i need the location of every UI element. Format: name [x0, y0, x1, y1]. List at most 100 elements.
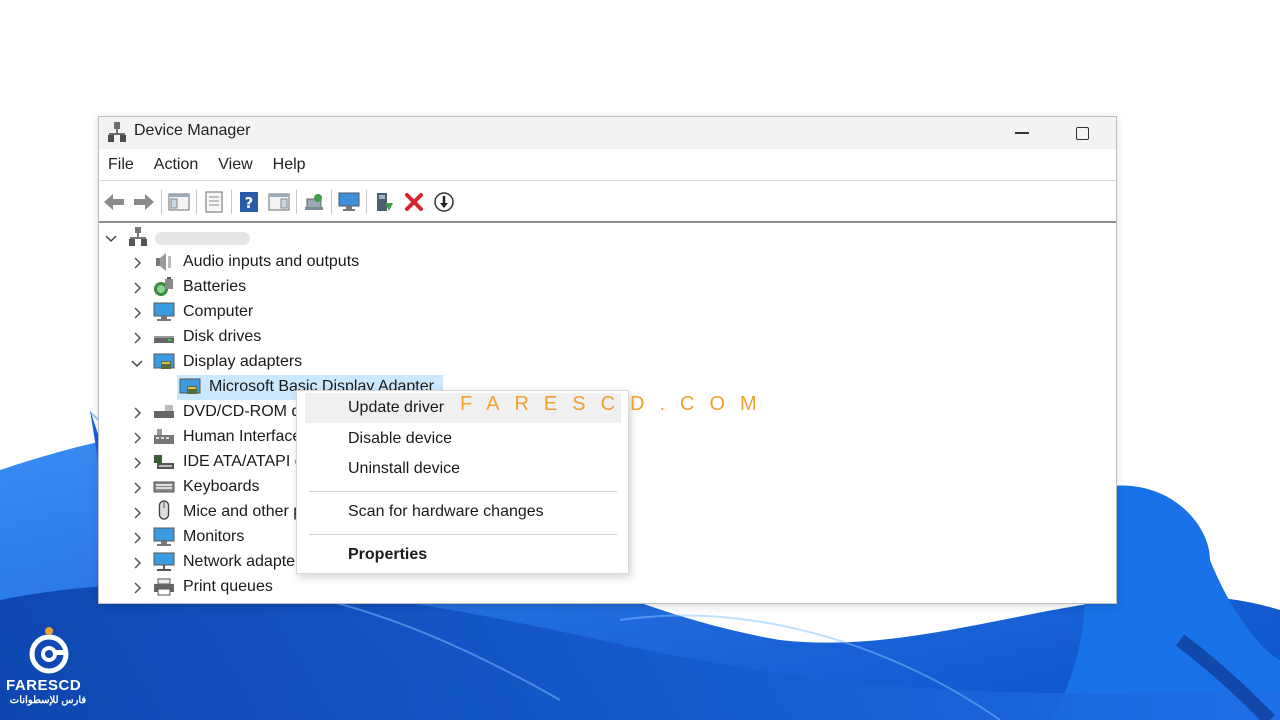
menu-separator	[309, 534, 617, 535]
monitor-icon	[153, 527, 175, 546]
back-button[interactable]	[101, 189, 127, 215]
properties-icon	[205, 191, 223, 212]
menu-bar: File Action View Help	[99, 150, 1116, 181]
toolbar-separator	[196, 189, 197, 214]
action-pane-icon	[268, 193, 290, 210]
chevron-right-icon	[134, 282, 142, 294]
tree-node-label: Computer	[183, 303, 254, 320]
maximize-button[interactable]	[1059, 117, 1105, 149]
chevron-right-icon	[134, 432, 142, 444]
tree-node-label: Disk drives	[183, 328, 262, 345]
display-adapter-icon	[179, 378, 201, 394]
computer-icon	[153, 302, 175, 321]
tree-root[interactable]	[99, 225, 1116, 250]
chevron-right-icon	[134, 307, 142, 319]
svg-text:?: ?	[245, 194, 254, 212]
disable-button[interactable]	[431, 189, 457, 215]
show-hide-console-tree-button[interactable]	[166, 189, 192, 215]
menu-scan-hardware[interactable]: Scan for hardware changes	[305, 497, 621, 527]
toolbar: ?	[99, 182, 1116, 223]
disable-icon	[434, 191, 454, 212]
tree-node-label: Monitors	[183, 528, 245, 545]
computer-tree-icon	[129, 227, 147, 246]
chevron-right-icon	[134, 332, 142, 344]
device-manager-icon	[108, 122, 126, 142]
tree-node-audio[interactable]: Audio inputs and outputs	[99, 250, 1116, 275]
farescd-logo: FARESCD فارس للإسطوانات	[0, 622, 100, 720]
chevron-right-icon	[134, 532, 142, 544]
chevron-right-icon	[134, 507, 142, 519]
network-adapter-icon	[153, 552, 175, 571]
monitor-icon	[338, 192, 360, 211]
window-title: Device Manager	[134, 122, 251, 139]
logo-subtitle: فارس للإسطوانات	[9, 695, 87, 706]
minimize-button[interactable]	[999, 117, 1045, 149]
tree-node-display-adapters[interactable]: Display adapters	[99, 350, 1116, 375]
tree-node-batteries[interactable]: Batteries	[99, 275, 1116, 300]
action-pane-button[interactable]	[266, 189, 292, 215]
toolbar-separator	[231, 189, 232, 214]
chevron-right-icon	[134, 557, 142, 569]
scan-hardware-icon	[305, 193, 323, 210]
minimize-icon	[1015, 132, 1029, 134]
menu-action[interactable]: Action	[153, 154, 199, 176]
tree-node-label: Network adapters	[183, 553, 309, 570]
properties-button[interactable]	[201, 189, 227, 215]
chevron-right-icon	[134, 407, 142, 419]
menu-view[interactable]: View	[217, 154, 253, 176]
toolbar-separator	[331, 189, 332, 214]
watermark: FARESCD.COM	[460, 393, 772, 415]
redacted-computer-name	[155, 232, 250, 245]
show-hide-console-tree-icon	[168, 193, 190, 210]
tree-node-label: Keyboards	[183, 478, 260, 495]
uninstall-icon	[405, 192, 423, 211]
monitor-button[interactable]	[336, 189, 362, 215]
dvd-drive-icon	[154, 405, 174, 418]
update-driver-icon	[377, 192, 393, 211]
display-adapter-icon	[153, 353, 175, 369]
back-icon	[104, 193, 124, 210]
tree-node-disk-drives[interactable]: Disk drives	[99, 325, 1116, 350]
keyboard-icon	[153, 481, 175, 493]
speaker-icon	[156, 253, 171, 271]
tree-node-print-queues[interactable]: Print queues	[99, 575, 1116, 600]
update-driver-button[interactable]	[371, 189, 397, 215]
menu-separator	[309, 491, 617, 492]
toolbar-separator	[296, 189, 297, 214]
help-icon: ?	[240, 191, 258, 212]
help-button[interactable]: ?	[236, 189, 262, 215]
printer-icon	[154, 578, 174, 596]
battery-icon	[154, 277, 173, 296]
menu-uninstall-device[interactable]: Uninstall device	[305, 454, 621, 484]
hid-icon	[154, 429, 174, 444]
menu-file[interactable]: File	[107, 154, 135, 176]
menu-properties[interactable]: Properties	[305, 540, 621, 570]
menu-disable-device[interactable]: Disable device	[305, 424, 621, 454]
toolbar-separator	[366, 189, 367, 214]
scan-hardware-button[interactable]	[301, 189, 327, 215]
chevron-down-icon	[131, 360, 143, 368]
uninstall-button[interactable]	[401, 189, 427, 215]
chevron-right-icon	[134, 582, 142, 594]
toolbar-separator	[161, 189, 162, 214]
chevron-down-icon	[105, 235, 117, 243]
context-menu: Update driver Disable device Uninstall d…	[296, 390, 629, 574]
ide-controller-icon	[154, 455, 174, 469]
title-bar[interactable]: Device Manager	[99, 117, 1116, 149]
logo-name: FARESCD	[6, 677, 82, 694]
tree-node-label: Display adapters	[183, 353, 303, 370]
menu-help[interactable]: Help	[272, 154, 307, 176]
maximize-icon	[1075, 126, 1089, 140]
forward-button[interactable]	[131, 189, 157, 215]
farescd-logo-icon	[29, 627, 69, 674]
chevron-right-icon	[134, 482, 142, 494]
mouse-icon	[158, 500, 170, 520]
tree-node-label: Audio inputs and outputs	[183, 253, 360, 270]
chevron-right-icon	[134, 457, 142, 469]
tree-node-label: Batteries	[183, 278, 247, 295]
forward-icon	[134, 193, 154, 210]
tree-node-computer[interactable]: Computer	[99, 300, 1116, 325]
disk-drive-icon	[154, 336, 174, 343]
tree-node-label: Print queues	[183, 578, 273, 595]
chevron-right-icon	[134, 257, 142, 269]
